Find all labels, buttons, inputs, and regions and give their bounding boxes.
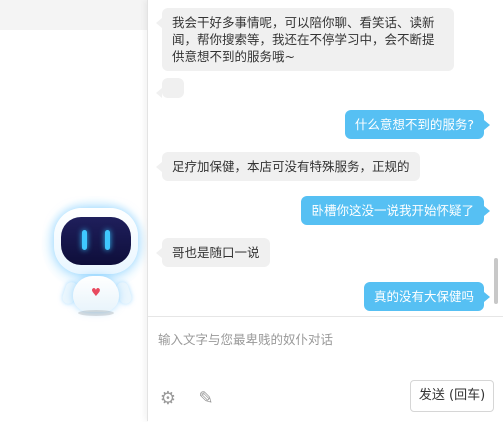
robot-avatar: ♥ (40, 195, 150, 320)
user-message: 真的没有大保健吗 (363, 282, 491, 311)
message-list: 我会干好多事情呢，可以陪你聊、看笑话、读新闻，帮你搜索等，我还在不停学习中，会不… (148, 0, 503, 316)
user-message: 卧槽你这没一说我开始怀疑了 (301, 196, 490, 225)
bot-message: 哥也是随口一说 (156, 238, 270, 267)
heart-icon: ♥ (91, 286, 101, 299)
robot-visor (61, 217, 131, 265)
robot-head (54, 208, 138, 274)
robot-left-eye (82, 230, 87, 250)
robot-shadow (78, 310, 114, 316)
chat-panel: 我会干好多事情呢，可以陪你聊、看笑话、读新闻，帮你搜索等，我还在不停学习中，会不… (147, 0, 503, 422)
gear-icon[interactable]: ⚙ (158, 389, 178, 409)
edit-icon[interactable]: ✎ (196, 389, 216, 409)
input-area[interactable]: 输入文字与您最卑贱的奴仆对话 ⚙ ✎ 发送 (回车) (148, 316, 503, 422)
send-button[interactable]: 发送 (回车) (410, 380, 494, 412)
robot-body: ♥ (73, 276, 119, 312)
scrollbar[interactable] (494, 258, 498, 304)
bot-message-empty (156, 78, 184, 98)
message-input[interactable]: 输入文字与您最卑贱的奴仆对话 (158, 329, 333, 348)
user-message: 什么意想不到的服务? (344, 110, 491, 139)
bot-message: 我会干好多事情呢，可以陪你聊、看笑话、读新闻，帮你搜索等，我还在不停学习中，会不… (156, 8, 454, 71)
robot-right-eye (105, 230, 110, 250)
bot-message: 足疗加保健，本店可没有特殊服务，正规的 (156, 152, 420, 181)
